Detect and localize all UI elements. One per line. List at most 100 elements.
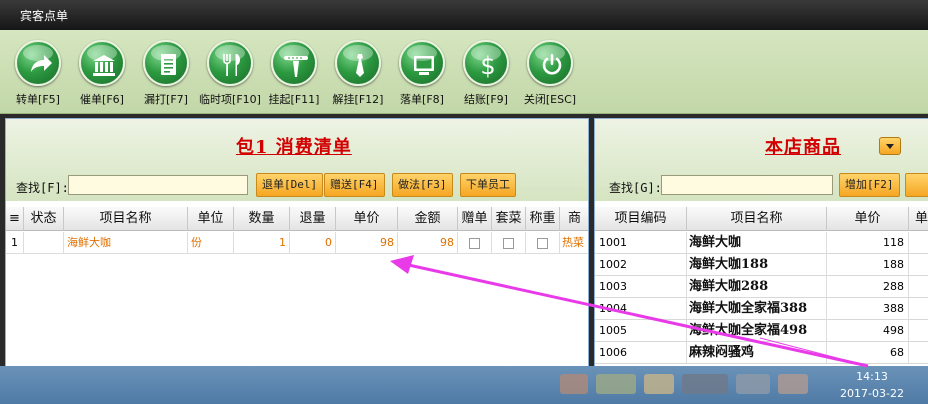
hanger-icon — [271, 40, 317, 86]
col-status[interactable]: 状态 — [24, 207, 64, 231]
col-price[interactable]: 单价 — [827, 207, 909, 231]
item-code: 1002 — [595, 254, 687, 276]
row-amount: 98 — [398, 232, 458, 254]
table-row[interactable]: 1 海鲜大咖 份 1 0 98 98 热菜 — [6, 232, 588, 254]
cooking-method-button[interactable]: 做法[F3] — [392, 173, 453, 197]
row-unit: 份 — [188, 232, 234, 254]
item-code: 1003 — [595, 276, 687, 298]
system-clock[interactable]: 14:13 2017-03-22 — [832, 370, 912, 400]
find-label: 查找[F]: — [16, 181, 69, 195]
order-staff-button[interactable]: 下单员工 — [460, 173, 516, 197]
col-unit-price[interactable]: 单价 — [336, 207, 398, 231]
row-quantity: 1 — [234, 232, 290, 254]
chevron-down-icon[interactable] — [879, 137, 901, 155]
item-price: 288 — [827, 276, 909, 298]
more-button[interactable] — [905, 173, 928, 197]
tie-icon — [335, 40, 381, 86]
tray-icon[interactable] — [736, 374, 770, 394]
store-items-title: 本店商品 — [765, 137, 841, 158]
gift-checkbox[interactable] — [458, 232, 492, 254]
rush-order-button[interactable]: 催单[F6] — [70, 40, 134, 112]
item-code: 1005 — [595, 320, 687, 342]
item-price: 188 — [827, 254, 909, 276]
tray-icon[interactable] — [778, 374, 808, 394]
transfer-order-button[interactable]: 转单[F5] — [6, 40, 70, 112]
item-code: 1006 — [595, 342, 687, 364]
weighed-checkbox[interactable] — [526, 232, 560, 254]
list-item[interactable]: 1006 麻辣闷骚鸡 68 — [595, 342, 928, 364]
consumption-panel-header: 包1 消费清单 查找[F]: 退单[Del] 赠送[F4] 做法[F3] 下单员… — [6, 119, 588, 201]
tray-icon[interactable] — [596, 374, 636, 394]
consumption-title: 包1 消费清单 — [236, 137, 352, 158]
item-code: 1001 — [595, 232, 687, 254]
close-label: 关闭[ESC] — [523, 93, 577, 106]
building-icon — [79, 40, 125, 86]
clock-date: 2017-03-22 — [840, 387, 904, 400]
hang-up-button[interactable]: 挂起[F11] — [262, 40, 326, 112]
col-weighed[interactable]: 称重 — [526, 207, 560, 231]
col-unit[interactable]: 单位 — [188, 207, 234, 231]
item-name: 海鲜大咖 — [687, 232, 827, 254]
order-grid-header: ≡ 状态 项目名称 单位 数量 退量 单价 金额 赠单 套菜 称重 商 — [6, 207, 588, 231]
item-name: 海鲜大咖全家福498 — [687, 320, 827, 342]
item-price: 498 — [827, 320, 909, 342]
place-order-button[interactable]: 落单[F8] — [390, 40, 454, 112]
temp-item-label: 临时项[F10] — [199, 93, 261, 106]
item-price: 68 — [827, 342, 909, 364]
fork-knife-icon — [207, 40, 253, 86]
col-quantity[interactable]: 数量 — [234, 207, 290, 231]
item-name: 麻辣闷骚鸡 — [687, 342, 827, 364]
svg-text:$: $ — [480, 52, 495, 79]
tray-icon[interactable] — [560, 374, 588, 394]
release-hang-label: 解挂[F12] — [332, 93, 384, 106]
clock-time: 14:13 — [856, 370, 888, 383]
row-unit-price: 98 — [336, 232, 398, 254]
store-items-panel: 本店商品 查找[G]: 增加[F2] 项目编码 项目名称 单价 单 1001 海… — [594, 118, 928, 368]
col-category[interactable]: 商 — [560, 207, 588, 231]
find-label: 查找[G]: — [609, 181, 662, 195]
arrow-right-icon — [15, 40, 61, 86]
column-menu-icon[interactable]: ≡ — [6, 207, 24, 231]
close-button[interactable]: 关闭[ESC] — [518, 40, 582, 112]
add-item-button[interactable]: 增加[F2] — [839, 173, 900, 197]
item-name: 海鲜大咖188 — [687, 254, 827, 276]
col-item-code[interactable]: 项目编码 — [595, 207, 687, 231]
return-order-button[interactable]: 退单[Del] — [256, 173, 324, 197]
col-item-name[interactable]: 项目名称 — [64, 207, 188, 231]
order-search-input[interactable] — [68, 175, 248, 195]
list-item[interactable]: 1001 海鲜大咖 118 — [595, 232, 928, 254]
window-titlebar[interactable]: 宾客点单 — [0, 0, 928, 30]
item-price: 118 — [827, 232, 909, 254]
tray-icon[interactable] — [644, 374, 674, 394]
list-item[interactable]: 1003 海鲜大咖288 288 — [595, 276, 928, 298]
list-item[interactable]: 1005 海鲜大咖全家福498 498 — [595, 320, 928, 342]
tray-icon[interactable] — [682, 374, 728, 394]
list-item[interactable]: 1004 海鲜大咖全家福388 388 — [595, 298, 928, 320]
col-item-name[interactable]: 项目名称 — [687, 207, 827, 231]
list-item[interactable]: 1002 海鲜大咖188 188 — [595, 254, 928, 276]
row-return-qty: 0 — [290, 232, 336, 254]
item-search-input[interactable] — [661, 175, 833, 195]
checkout-button[interactable]: $ 结账[F9] — [454, 40, 518, 112]
release-hang-button[interactable]: 解挂[F12] — [326, 40, 390, 112]
place-order-label: 落单[F8] — [400, 93, 444, 106]
col-unit[interactable]: 单 — [909, 207, 928, 231]
col-amount[interactable]: 金额 — [398, 207, 458, 231]
item-grid-header: 项目编码 项目名称 单价 单 — [595, 207, 928, 231]
monitor-icon — [399, 40, 445, 86]
reprint-label: 漏打[F7] — [144, 93, 188, 106]
toolbar: 转单[F5] 催单[F6] 漏打[F7] 临时项[F10] 挂起[F11] 解挂… — [0, 30, 928, 114]
reprint-button[interactable]: 漏打[F7] — [134, 40, 198, 112]
col-return-qty[interactable]: 退量 — [290, 207, 336, 231]
row-number: 1 — [6, 232, 24, 254]
col-gift[interactable]: 赠单 — [458, 207, 492, 231]
rush-order-label: 催单[F6] — [80, 93, 124, 106]
gift-button[interactable]: 赠送[F4] — [324, 173, 385, 197]
temp-item-button[interactable]: 临时项[F10] — [198, 40, 262, 112]
row-category: 热菜 — [560, 232, 588, 254]
item-price: 388 — [827, 298, 909, 320]
item-code: 1004 — [595, 298, 687, 320]
col-set-meal[interactable]: 套菜 — [492, 207, 526, 231]
consumption-list-panel: 包1 消费清单 查找[F]: 退单[Del] 赠送[F4] 做法[F3] 下单员… — [5, 118, 589, 368]
set-meal-checkbox[interactable] — [492, 232, 526, 254]
